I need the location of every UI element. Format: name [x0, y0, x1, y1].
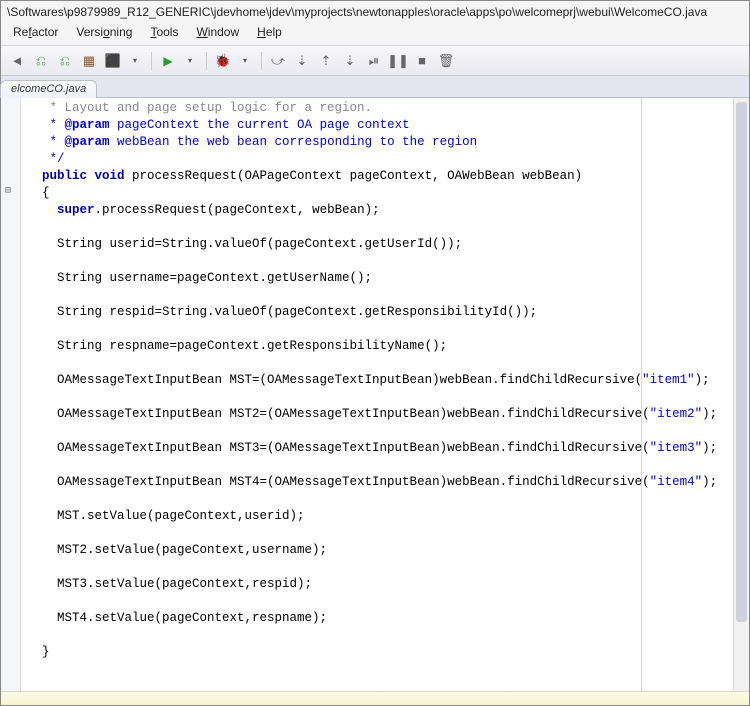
binary1-icon[interactable]: ⎌: [31, 51, 51, 71]
debug-dropdown-icon[interactable]: ▾: [235, 51, 255, 71]
menu-help[interactable]: Help: [251, 23, 288, 41]
debug-icon[interactable]: 🐞: [213, 51, 233, 71]
code-content[interactable]: * Layout and page setup logic for a regi…: [21, 98, 733, 663]
run-icon[interactable]: ▶: [158, 51, 178, 71]
title-path: \Softwares\p9879989_R12_GENERIC\jdevhome…: [1, 1, 749, 21]
editor-area: ⊟ * Layout and page setup logic for a re…: [1, 98, 749, 691]
gutter[interactable]: ⊟: [1, 98, 21, 691]
toolbar: ◄ ⎌ ⎌ ▦ ⬛ ▾ ▶ ▾ 🐞 ▾ ⤻ ⇣ ⇡ ⇣ ⏯ ❚❚ ■ 🗑: [1, 46, 749, 76]
dropdown-icon[interactable]: ▾: [125, 51, 145, 71]
step-out-icon[interactable]: ⇡: [316, 51, 336, 71]
menu-tools[interactable]: Tools: [144, 23, 184, 41]
tab-strip: elcomeCO.java: [1, 76, 749, 98]
ide-window: \Softwares\p9879989_R12_GENERIC\jdevhome…: [0, 0, 750, 706]
separator-icon: [151, 52, 152, 70]
menu-window[interactable]: Window: [190, 23, 245, 41]
step-over-icon[interactable]: ⤻: [268, 51, 288, 71]
menu-bar: Refactor Versioning Tools Window Help: [1, 21, 749, 46]
menu-refactor[interactable]: Refactor: [7, 23, 64, 41]
puzzle-icon[interactable]: ▦: [79, 51, 99, 71]
pointer-icon[interactable]: ◄: [7, 51, 27, 71]
vertical-scrollbar[interactable]: [733, 98, 749, 691]
code-scroll[interactable]: * Layout and page setup logic for a regi…: [21, 98, 733, 691]
status-bar: [1, 691, 749, 705]
trash-icon[interactable]: 🗑: [436, 51, 456, 71]
fold-icon[interactable]: ⊟: [5, 184, 11, 200]
menu-versioning[interactable]: Versioning: [70, 23, 138, 41]
pause-icon[interactable]: ❚❚: [388, 51, 408, 71]
separator-icon: [261, 52, 262, 70]
tab-welcomeco[interactable]: elcomeCO.java: [0, 80, 97, 98]
binary2-icon[interactable]: ⎌: [55, 51, 75, 71]
bug-small-icon[interactable]: ⬛: [103, 51, 123, 71]
step-into-icon[interactable]: ⇣: [292, 51, 312, 71]
separator-icon: [206, 52, 207, 70]
stop-icon[interactable]: ■: [412, 51, 432, 71]
run-dropdown-icon[interactable]: ▾: [180, 51, 200, 71]
scrollbar-thumb[interactable]: [736, 102, 747, 622]
step-return-icon[interactable]: ⇣: [340, 51, 360, 71]
resume-icon[interactable]: ⏯: [364, 51, 384, 71]
